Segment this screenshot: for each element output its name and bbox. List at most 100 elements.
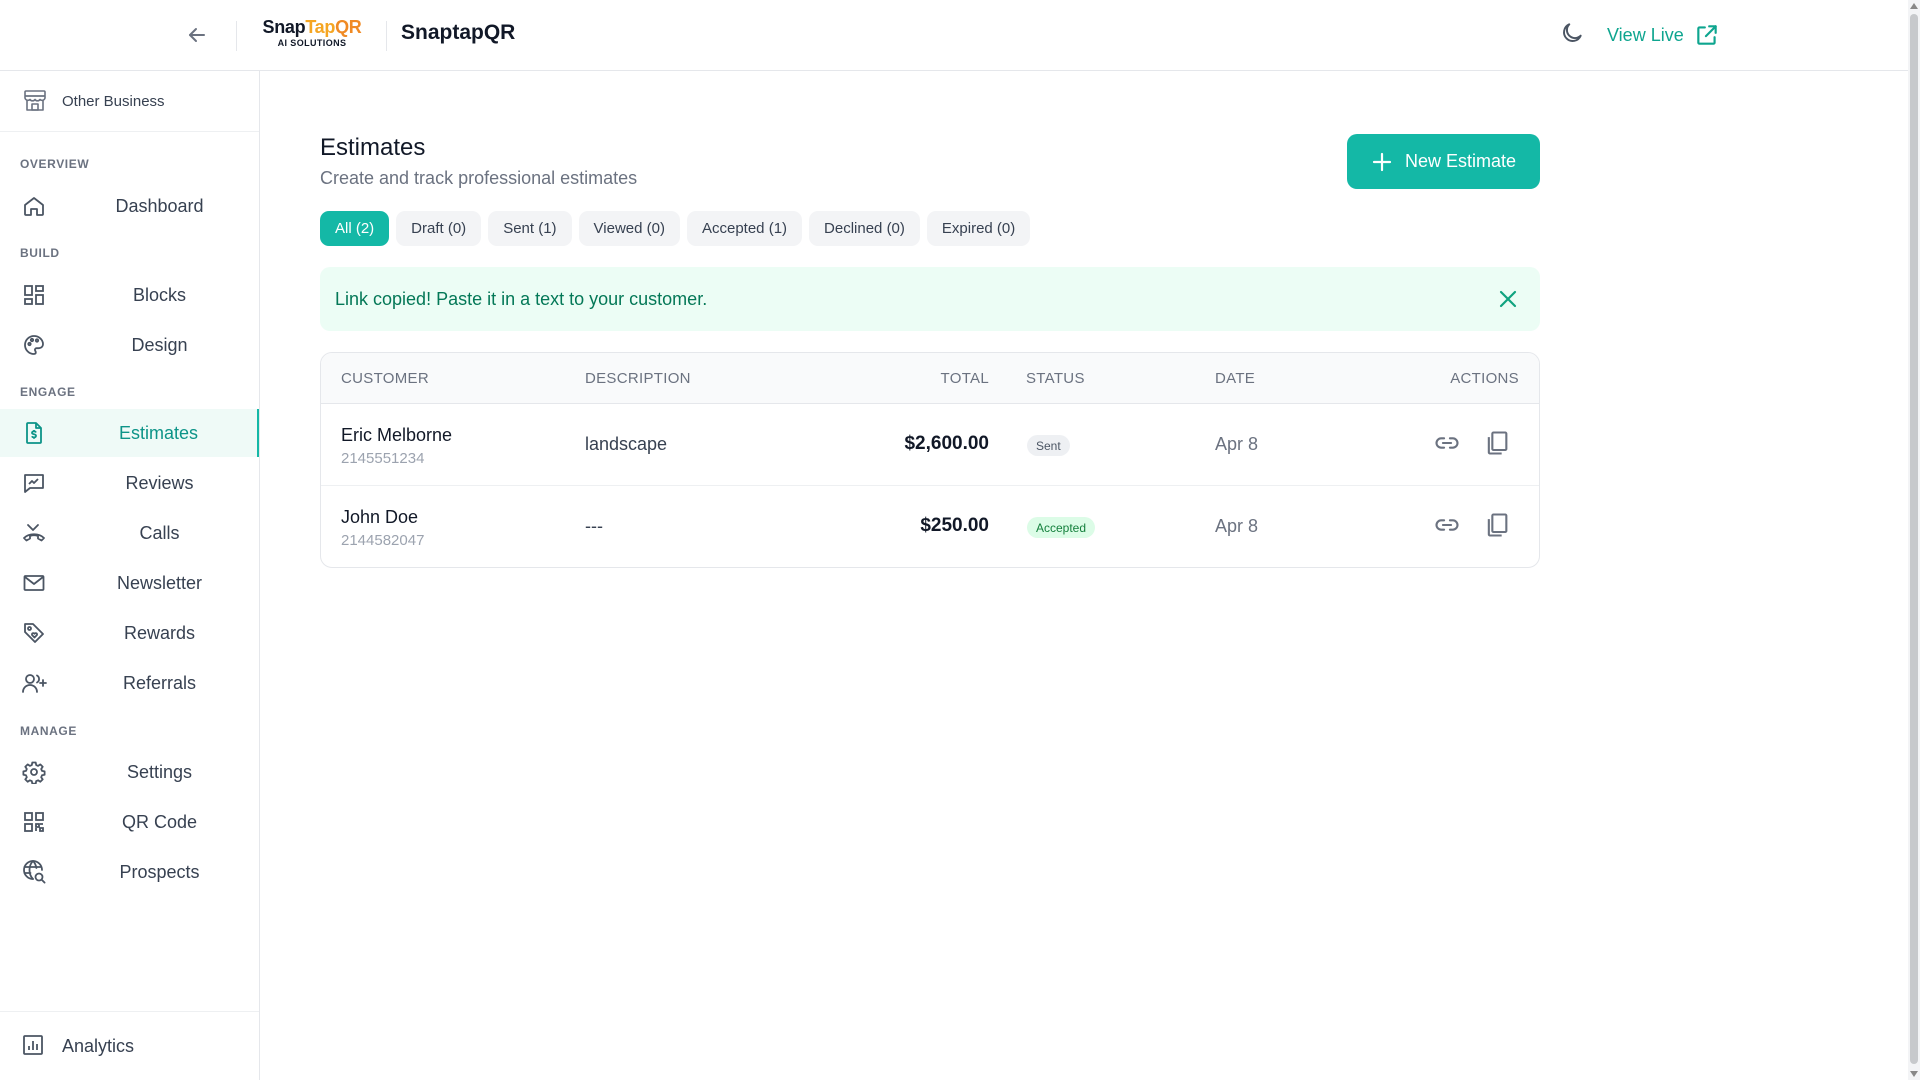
status-filter-tabs: All (2) Draft (0) Sent (1) Viewed (0) Ac…	[320, 211, 1031, 246]
home-icon	[21, 193, 47, 219]
business-name: Other Business	[62, 92, 165, 110]
customer-phone: 2145551234	[341, 450, 425, 467]
page-subtitle: Create and track professional estimates	[320, 168, 638, 188]
sidebar-item-label: Calls	[139, 522, 180, 543]
sidebar-item-design[interactable]: Design	[0, 321, 259, 369]
sidebar-item-qr-code[interactable]: QR Code	[0, 798, 259, 846]
sidebar-item-label: Blocks	[132, 284, 186, 305]
table-row[interactable]: Eric Melborne 2145551234 landscape $2,60…	[321, 404, 1539, 486]
logo-qr: QR	[335, 17, 362, 37]
column-actions: ACTIONS	[1450, 370, 1519, 387]
link-icon	[1435, 519, 1459, 531]
estimate-description: ---	[585, 516, 603, 536]
duplicate-button[interactable]	[1481, 509, 1513, 541]
table-row[interactable]: John Doe 2144582047 --- $250.00 Accepted…	[321, 486, 1539, 567]
page-title: Estimates	[320, 134, 426, 161]
filter-accepted[interactable]: Accepted (1)	[686, 211, 803, 246]
scroll-thumb[interactable]	[1910, 14, 1918, 1064]
section-build: BUILD	[20, 246, 60, 260]
column-total: TOTAL	[940, 370, 989, 387]
page-scrollbar[interactable]	[1908, 0, 1920, 1080]
arrow-left-icon	[189, 28, 205, 42]
filter-declined[interactable]: Declined (0)	[809, 211, 920, 246]
sidebar-item-label: Design	[131, 334, 188, 355]
customer-name: John Doe	[341, 507, 419, 527]
filter-draft[interactable]: Draft (0)	[396, 211, 482, 246]
estimate-description: landscape	[585, 434, 668, 454]
customer-phone: 2144582047	[341, 532, 425, 549]
view-live-label: View Live	[1607, 24, 1684, 45]
scroll-up-arrow[interactable]	[1910, 3, 1918, 9]
copy-icon	[1487, 513, 1508, 537]
logo-snap: Snap	[262, 17, 306, 37]
sidebar-item-prospects[interactable]: Prospects	[0, 848, 259, 896]
status-badge: Sent	[1027, 435, 1070, 456]
user-plus-icon	[21, 670, 47, 696]
analytics-label: Analytics	[62, 1035, 135, 1056]
sidebar-item-label: Estimates	[118, 422, 199, 443]
invoice-icon	[21, 420, 47, 446]
plus-icon	[1372, 152, 1392, 171]
alert-close-button[interactable]	[1494, 285, 1522, 313]
sidebar-item-rewards[interactable]: Rewards	[0, 609, 259, 657]
sidebar-item-referrals[interactable]: Referrals	[0, 659, 259, 707]
sidebar-item-reviews[interactable]: Reviews	[0, 459, 259, 507]
sidebar-item-label: Reviews	[125, 472, 194, 493]
theme-toggle-button[interactable]	[1556, 17, 1588, 49]
section-manage: MANAGE	[20, 724, 77, 738]
success-alert: Link copied! Paste it in a text to your …	[320, 267, 1540, 331]
storefront-icon	[24, 90, 46, 111]
estimate-total: $250.00	[920, 515, 989, 536]
filter-sent[interactable]: Sent (1)	[488, 211, 572, 246]
analytics-icon	[21, 1033, 47, 1059]
copy-link-button[interactable]	[1431, 509, 1463, 541]
sidebar-item-label: Newsletter	[116, 572, 203, 593]
business-switcher[interactable]: Other Business	[0, 71, 259, 132]
table-header: CUSTOMER DESCRIPTION TOTAL STATUS DATE A…	[321, 353, 1539, 404]
duplicate-button[interactable]	[1481, 427, 1513, 459]
tag-icon	[21, 620, 47, 646]
column-customer: CUSTOMER	[341, 370, 429, 387]
sidebar-item-settings[interactable]: Settings	[0, 748, 259, 796]
sidebar-item-estimates[interactable]: Estimates	[0, 409, 259, 457]
copy-link-button[interactable]	[1431, 427, 1463, 459]
estimates-table: CUSTOMER DESCRIPTION TOTAL STATUS DATE A…	[320, 352, 1540, 568]
new-estimate-button[interactable]: New Estimate	[1347, 134, 1540, 189]
sidebar-item-blocks[interactable]: Blocks	[0, 271, 259, 319]
qr-code-icon	[21, 809, 47, 835]
scroll-down-arrow[interactable]	[1910, 1071, 1918, 1077]
brand-title: SnaptapQR	[401, 21, 516, 44]
mail-icon	[21, 570, 47, 596]
sidebar-item-analytics[interactable]: Analytics	[0, 1011, 259, 1080]
estimate-date: Apr 8	[1215, 434, 1259, 454]
estimate-date: Apr 8	[1215, 516, 1259, 536]
close-icon	[1499, 290, 1517, 308]
sidebar-item-label: Settings	[126, 761, 193, 782]
globe-search-icon	[21, 859, 47, 885]
copy-icon	[1487, 431, 1508, 455]
link-icon	[1435, 437, 1459, 449]
moon-icon	[1563, 23, 1582, 42]
sidebar-item-dashboard[interactable]: Dashboard	[0, 182, 259, 230]
section-engage: ENGAGE	[20, 385, 76, 399]
filter-viewed[interactable]: Viewed (0)	[578, 211, 680, 246]
new-estimate-label: New Estimate	[1404, 151, 1517, 171]
gear-icon	[21, 759, 47, 785]
back-button[interactable]	[180, 18, 214, 52]
view-live-button[interactable]: View Live	[1607, 19, 1720, 51]
sidebar-item-label: Rewards	[123, 622, 196, 643]
section-overview: OVERVIEW	[20, 157, 90, 171]
logo-subtitle: AI SOLUTIONS	[277, 38, 347, 48]
sidebar-item-label: Referrals	[122, 672, 197, 693]
sidebar-item-label: Prospects	[119, 861, 200, 882]
logo-tap: Tap	[305, 17, 336, 37]
review-icon	[21, 470, 47, 496]
filter-expired[interactable]: Expired (0)	[926, 211, 1031, 246]
sidebar-item-newsletter[interactable]: Newsletter	[0, 559, 259, 607]
sidebar-item-label: QR Code	[121, 811, 198, 832]
top-bar: SnapTapQR AI SOLUTIONS SnaptapQR View Li…	[0, 0, 1908, 71]
filter-all[interactable]: All (2)	[320, 211, 390, 246]
brand-logo: SnapTapQR AI SOLUTIONS	[254, 18, 370, 52]
sidebar-item-calls[interactable]: Calls	[0, 509, 259, 557]
alert-message: Link copied! Paste it in a text to your …	[335, 288, 708, 309]
